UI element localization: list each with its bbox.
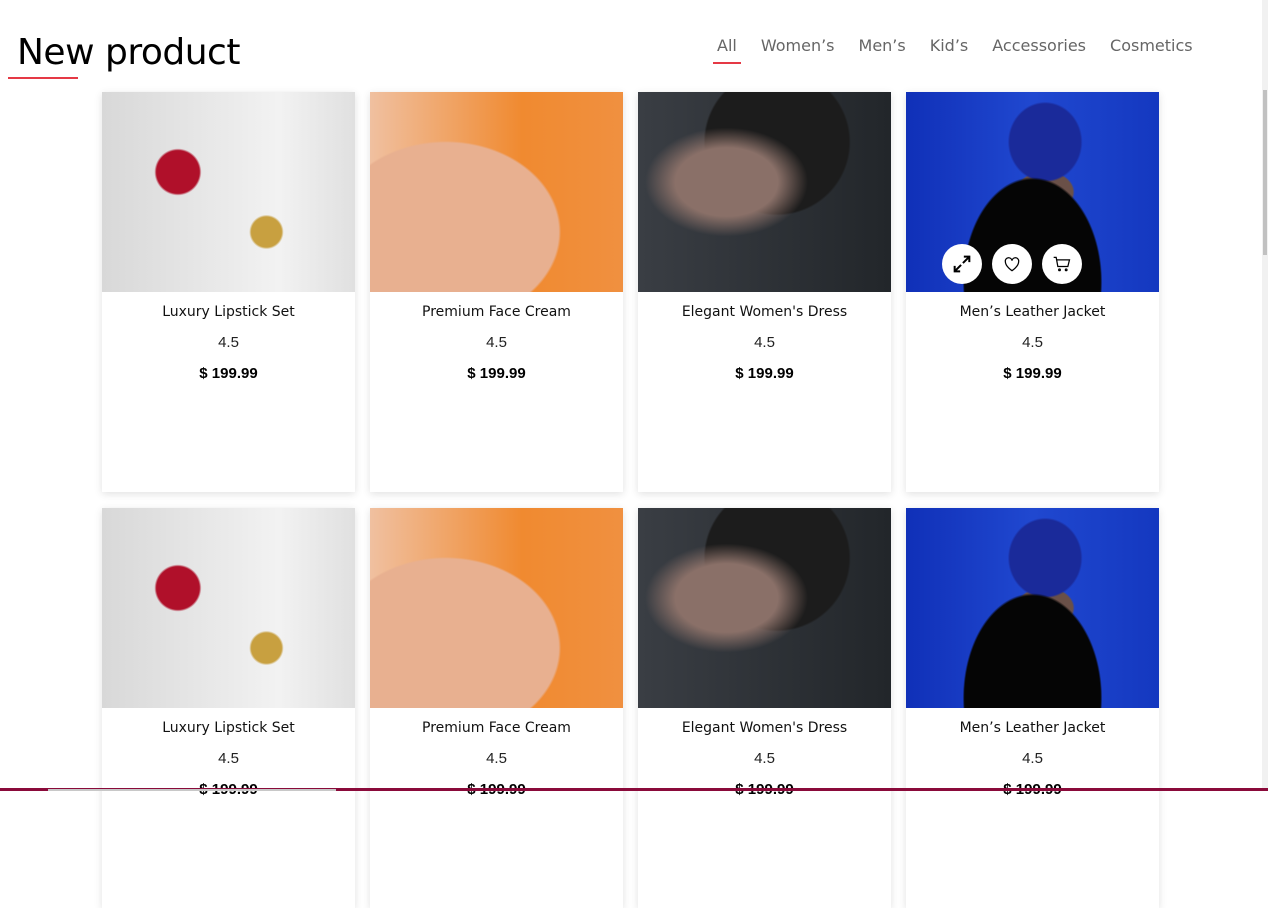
product-name[interactable]: Men’s Leather Jacket xyxy=(906,304,1159,320)
cart-icon xyxy=(1052,254,1072,274)
tab-all[interactable]: All xyxy=(705,36,749,64)
product-image[interactable] xyxy=(638,92,891,292)
product-image[interactable] xyxy=(370,508,623,708)
product-price: $ 199.99 xyxy=(199,365,258,382)
product-card[interactable]: Elegant Women's Dress 4.5 $ 199.99 xyxy=(638,92,891,492)
product-image[interactable] xyxy=(370,92,623,292)
product-rating: 4.5 xyxy=(486,334,507,351)
product-rating: 4.5 xyxy=(218,334,239,351)
product-card[interactable]: Luxury Lipstick Set 4.5 $ 199.99 xyxy=(102,508,355,908)
product-name[interactable]: Premium Face Cream xyxy=(370,720,623,736)
tab-mens[interactable]: Men’s xyxy=(847,36,918,55)
product-name[interactable]: Luxury Lipstick Set xyxy=(102,304,355,320)
product-name[interactable]: Luxury Lipstick Set xyxy=(102,720,355,736)
product-image[interactable] xyxy=(906,92,1159,292)
page-title: New product xyxy=(17,32,240,73)
title-underline xyxy=(8,77,78,79)
heart-icon xyxy=(1002,254,1022,274)
product-image[interactable] xyxy=(906,508,1159,708)
product-card[interactable]: Premium Face Cream 4.5 $ 199.99 xyxy=(370,508,623,908)
tab-cosmetics[interactable]: Cosmetics xyxy=(1098,36,1205,55)
product-rating: 4.5 xyxy=(218,750,239,767)
category-tabs: All Women’s Men’s Kid’s Accessories Cosm… xyxy=(705,36,1205,64)
product-card[interactable]: Men’s Leather Jacket 4.5 $ 199.99 xyxy=(906,92,1159,492)
product-rating: 4.5 xyxy=(754,334,775,351)
product-name[interactable]: Premium Face Cream xyxy=(370,304,623,320)
tab-kids[interactable]: Kid’s xyxy=(918,36,981,55)
card-actions xyxy=(942,244,1082,284)
product-card[interactable]: Luxury Lipstick Set 4.5 $ 199.99 xyxy=(102,92,355,492)
product-name[interactable]: Men’s Leather Jacket xyxy=(906,720,1159,736)
vertical-scrollbar[interactable] xyxy=(1262,0,1268,791)
expand-icon xyxy=(951,253,973,275)
product-price: $ 199.99 xyxy=(467,365,526,382)
product-image[interactable] xyxy=(102,92,355,292)
product-rating: 4.5 xyxy=(1022,334,1043,351)
product-image[interactable] xyxy=(638,508,891,708)
scrollbar-thumb[interactable] xyxy=(1263,90,1267,255)
product-image[interactable] xyxy=(102,508,355,708)
product-name[interactable]: Elegant Women's Dress xyxy=(638,720,891,736)
cart-button[interactable] xyxy=(1042,244,1082,284)
tab-accessories[interactable]: Accessories xyxy=(980,36,1098,55)
product-rating: 4.5 xyxy=(1022,750,1043,767)
product-card[interactable]: Men’s Leather Jacket 4.5 $ 199.99 xyxy=(906,508,1159,908)
product-rating: 4.5 xyxy=(486,750,507,767)
heart-button[interactable] xyxy=(992,244,1032,284)
product-grid: Luxury Lipstick Set 4.5 $ 199.99 Premium… xyxy=(102,92,1159,908)
product-card[interactable]: Elegant Women's Dress 4.5 $ 199.99 xyxy=(638,508,891,908)
product-price: $ 199.99 xyxy=(1003,365,1062,382)
product-card[interactable]: Premium Face Cream 4.5 $ 199.99 xyxy=(370,92,623,492)
product-rating: 4.5 xyxy=(754,750,775,767)
product-name[interactable]: Elegant Women's Dress xyxy=(638,304,891,320)
tab-womens[interactable]: Women’s xyxy=(749,36,847,55)
product-price: $ 199.99 xyxy=(735,365,794,382)
expand-button[interactable] xyxy=(942,244,982,284)
